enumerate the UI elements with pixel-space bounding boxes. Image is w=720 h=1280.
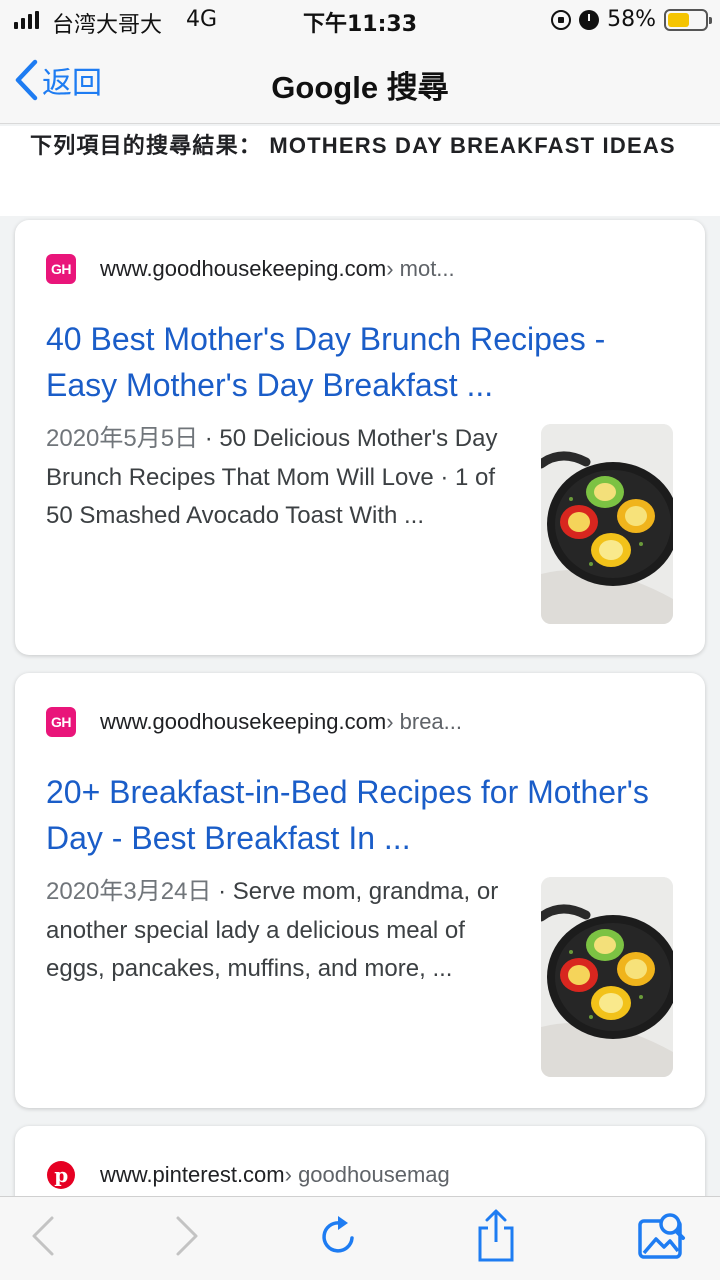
status-right: 58% — [551, 7, 712, 32]
battery-icon — [664, 8, 712, 31]
result-breadcrumb: › mot... — [386, 256, 455, 281]
result-site-row[interactable]: GH www.goodhousekeeping.com › mot... — [46, 254, 455, 284]
alarm-icon — [579, 9, 600, 30]
query-prefix: 下列項目的搜尋結果： — [30, 133, 263, 158]
bottom-toolbar — [0, 1196, 720, 1280]
egg-skillet-image — [541, 424, 673, 624]
result-date: 2020年5月5日 — [46, 425, 199, 452]
result-snippet: 2020年5月5日 · 50 Delicious Mother's Day Br… — [46, 420, 516, 536]
back-arrow-icon — [32, 1216, 54, 1256]
battery-percent: 58% — [607, 7, 656, 32]
forward-arrow-icon — [176, 1216, 198, 1256]
query-term: mothers day breakfast ideas — [269, 133, 676, 158]
result-domain: www.pinterest.com — [100, 1162, 285, 1187]
back-arrow-button[interactable] — [18, 1211, 68, 1261]
result-domain: www.goodhousekeeping.com — [100, 709, 387, 734]
orientation-lock-icon — [551, 9, 572, 30]
search-query-header: 下列項目的搜尋結果： mothers day breakfast ideas — [0, 126, 720, 216]
battery-level — [668, 12, 689, 27]
navigation-bar: 返回 Google 搜尋 — [0, 40, 720, 124]
result-domain: www.goodhousekeeping.com — [100, 256, 387, 281]
egg-skillet-image — [541, 877, 673, 1077]
result-thumbnail[interactable] — [541, 877, 673, 1077]
search-result-card[interactable]: GH www.goodhousekeeping.com › brea... 20… — [15, 673, 705, 1108]
result-thumbnail[interactable] — [541, 424, 673, 624]
result-breadcrumb: › goodhousemag — [284, 1162, 450, 1187]
result-snippet: 2020年3月24日 · Serve mom, grandma, or anot… — [46, 873, 516, 989]
svg-text:p: p — [54, 1163, 68, 1187]
reload-icon — [322, 1216, 354, 1253]
share-icon — [478, 1209, 514, 1262]
search-result-card[interactable]: GH www.goodhousekeeping.com › mot... 40 … — [15, 220, 705, 655]
image-search-button[interactable] — [636, 1211, 686, 1261]
status-bar: 台湾大哥大 4G 下午11:33 58% — [0, 0, 720, 40]
pinterest-icon: p — [46, 1160, 76, 1190]
reload-button[interactable] — [313, 1211, 363, 1261]
image-search-icon — [638, 1213, 685, 1259]
page-title: Google 搜尋 — [271, 70, 449, 105]
result-breadcrumb: › brea... — [386, 709, 462, 734]
result-site-row[interactable]: p www.pinterest.com › goodhousemag — [46, 1160, 450, 1190]
share-button[interactable] — [471, 1209, 521, 1262]
result-title-link[interactable]: 40 Best Mother's Day Brunch Recipes - Ea… — [46, 316, 676, 408]
forward-arrow-button[interactable] — [162, 1211, 212, 1261]
result-site-row[interactable]: GH www.goodhousekeeping.com › brea... — [46, 707, 462, 737]
result-title-link[interactable]: 20+ Breakfast-in-Bed Recipes for Mother'… — [46, 769, 676, 861]
goodhousekeeping-favicon-icon: GH — [46, 254, 76, 284]
goodhousekeeping-favicon-icon: GH — [46, 707, 76, 737]
result-date: 2020年3月24日 — [46, 878, 212, 905]
